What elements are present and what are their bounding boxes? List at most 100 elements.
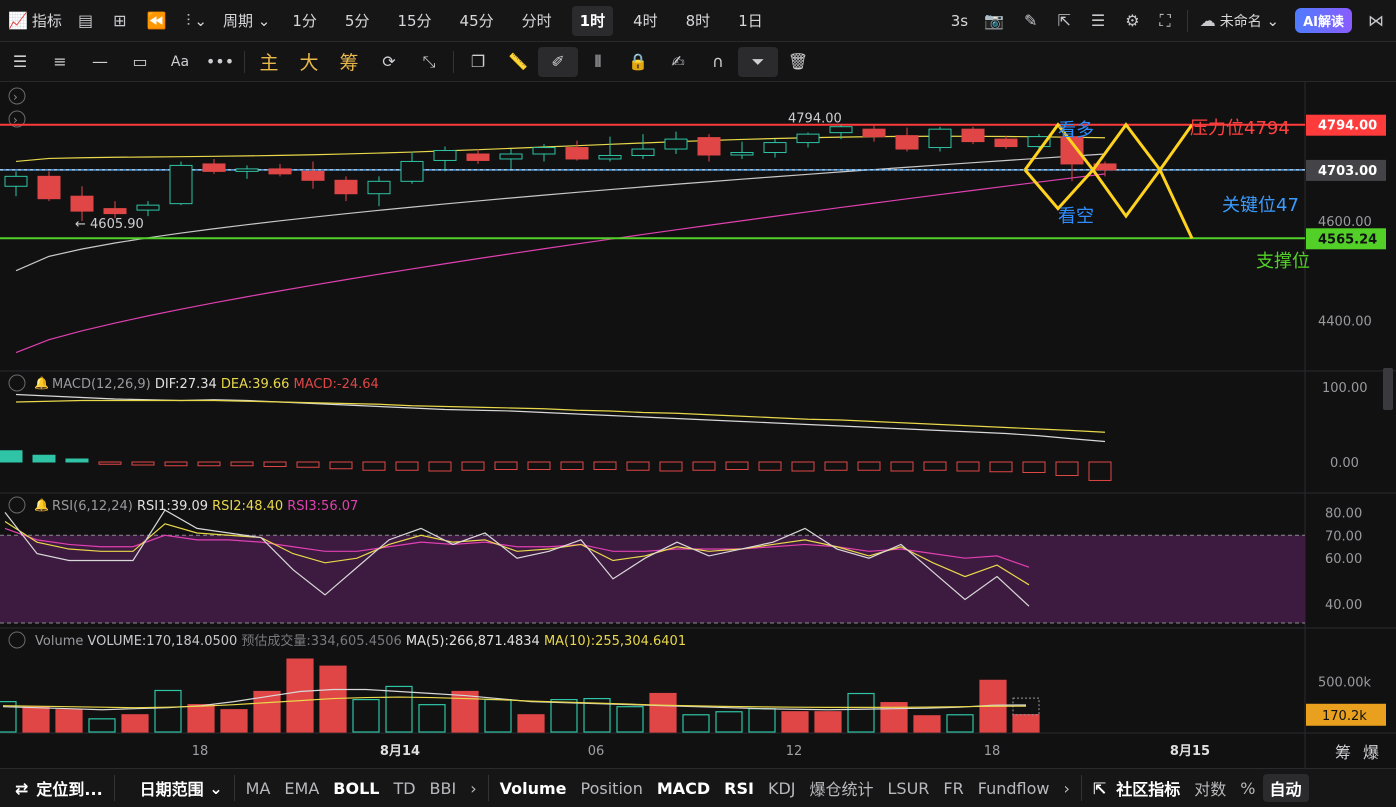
chart-canvas[interactable]: ›› 4794.00← 4605.90看多看空压力位4794关键位47支撑位460… xyxy=(0,82,1396,768)
hamburger-button[interactable]: ☰ xyxy=(0,47,40,77)
export-icon: ⇱ xyxy=(1057,11,1071,30)
interval-8[interactable]: 1日 xyxy=(730,6,771,36)
grid-button[interactable]: ⊞ xyxy=(105,6,138,36)
sub-indicator-2[interactable]: MACD xyxy=(650,776,717,800)
sub-indicator-6[interactable]: LSUR xyxy=(881,776,937,800)
interval-0[interactable]: 1分 xyxy=(284,6,325,36)
volume-bar xyxy=(715,711,743,733)
interval-7[interactable]: 8时 xyxy=(678,6,719,36)
main-indicator-boll[interactable]: BOLL xyxy=(326,779,386,798)
macd-bar xyxy=(395,461,419,471)
auto-scale-button[interactable]: 自动 xyxy=(1262,774,1309,802)
bell-icon: 🔔 xyxy=(34,498,49,512)
main-indicator-td[interactable]: TD xyxy=(386,779,422,798)
interval-4[interactable]: 分时 xyxy=(514,6,560,36)
interval-6[interactable]: 4时 xyxy=(625,6,666,36)
workspace-menu[interactable]: ☁ 未命名 ⌄ xyxy=(1192,6,1287,36)
copy-button[interactable]: ❐ xyxy=(458,47,498,77)
sub-indicator-3[interactable]: RSI xyxy=(717,776,761,800)
sub-indicator-0[interactable]: Volume xyxy=(493,776,574,800)
sub-indicator-5[interactable]: 爆仓统计 xyxy=(802,776,880,800)
lock-button[interactable]: 🔒 xyxy=(618,47,658,77)
dea-line xyxy=(15,399,1106,433)
ruler-button[interactable]: 📏 xyxy=(498,47,538,77)
ai-button[interactable]: AI解读 xyxy=(1287,6,1360,36)
candle-body xyxy=(631,148,655,156)
sync-button[interactable]: ⟳ xyxy=(369,47,409,77)
volume-bar xyxy=(682,714,710,733)
locate-button[interactable]: ⇄ 定位到... xyxy=(0,776,110,800)
price-tag: 4565.24 xyxy=(1318,232,1377,247)
volume-bar xyxy=(847,692,875,733)
macd-bar xyxy=(494,461,518,470)
lines-button[interactable]: ≡ xyxy=(40,47,80,77)
volume-bar xyxy=(517,714,545,733)
bull-zigzag-line xyxy=(1023,122,1194,173)
settings-button[interactable]: ⚙ xyxy=(1117,6,1151,36)
period-menu[interactable]: 周期 ⌄ xyxy=(215,6,278,36)
macd-bar xyxy=(32,454,56,463)
candle-type-button[interactable]: ⫶ ⌄ xyxy=(178,6,215,36)
text-button[interactable]: Aa xyxy=(160,47,200,77)
interval-1[interactable]: 5分 xyxy=(337,6,378,36)
rsi-tick: 60.00 xyxy=(1325,552,1362,567)
interval-3[interactable]: 45分 xyxy=(452,6,502,36)
main-indicator-more[interactable]: › xyxy=(463,779,483,798)
trend-tool-button[interactable]: ⤡ xyxy=(409,47,449,77)
ruler-icon: 📏 xyxy=(508,52,528,71)
sub-indicator-8[interactable]: Fundflow xyxy=(971,776,1057,800)
refresh-rate[interactable]: 3s xyxy=(943,6,976,36)
text-icon: Aa xyxy=(170,53,190,70)
share-image-button[interactable]: ⇱ xyxy=(1049,6,1082,36)
horizontal-line-button[interactable]: — xyxy=(80,47,120,77)
more-button[interactable]: ••• xyxy=(200,47,240,77)
rewind-button[interactable]: ⏪ xyxy=(138,6,178,36)
chip-button[interactable]: 筹 xyxy=(329,47,369,77)
compare-button[interactable]: ⫴ xyxy=(578,47,618,77)
filter-button[interactable]: ⏷ xyxy=(738,46,778,77)
price-tick: 4600.00 xyxy=(1318,215,1372,230)
bottom-bar: ⇄ 定位到... 日期范围 ⌄ MA EMA BOLL TD BBI › Volume Po… xyxy=(0,768,1396,807)
macd-bar xyxy=(956,461,980,472)
main-indicator-bbi[interactable]: BBI xyxy=(423,779,464,798)
magnet-button[interactable]: ∩ xyxy=(698,47,738,77)
settings-list-button[interactable]: ☰ xyxy=(1083,6,1117,36)
indicator-menu[interactable]: 📈 指标 xyxy=(0,6,70,36)
main-indicator-ema[interactable]: EMA xyxy=(277,779,326,798)
sub-indicator-more[interactable]: › xyxy=(1056,779,1076,798)
gear-icon: ⚙ xyxy=(1125,11,1140,30)
draw-button[interactable]: ✎ xyxy=(1016,6,1049,36)
rectangle-button[interactable]: ▭ xyxy=(120,47,160,77)
fullscreen-button[interactable]: ⛶ xyxy=(1152,6,1183,36)
log-scale-button[interactable]: 对数 xyxy=(1187,776,1233,800)
interval-5[interactable]: 1时 xyxy=(571,5,614,36)
delete-button[interactable]: 🗑 xyxy=(778,47,818,77)
date-range-button[interactable]: 日期范围 ⌄ xyxy=(119,776,230,800)
community-indicators-button[interactable]: ⇱ 社区指标 xyxy=(1086,776,1187,800)
candle-body xyxy=(4,175,28,187)
rsi-legend: RSI(6,12,24) RSI1:39.09 RSI2:48.40 RSI3:… xyxy=(52,499,358,514)
rsi-band xyxy=(0,535,1305,623)
rectangle-icon: ▭ xyxy=(132,52,148,71)
big-order-button[interactable]: 大 xyxy=(289,47,329,77)
chevron-right-icon: › xyxy=(470,778,477,798)
sub-indicator-7[interactable]: FR xyxy=(936,776,970,800)
macd-bar xyxy=(1055,461,1079,476)
layout-button[interactable]: ▤ xyxy=(70,6,105,36)
macd-bar xyxy=(791,461,815,472)
x-tick: 8月15 xyxy=(1170,744,1210,759)
percent-scale-button[interactable]: % xyxy=(1233,779,1262,798)
dif-line xyxy=(15,393,1106,443)
share-button[interactable]: ⋈ xyxy=(1360,6,1396,36)
volume-bar xyxy=(748,708,776,733)
sub-indicator-4[interactable]: KDJ xyxy=(761,776,803,800)
locate-icon: ⇄ xyxy=(15,778,29,798)
main-indicator-ma[interactable]: MA xyxy=(239,779,278,798)
candle-body xyxy=(499,153,523,160)
edit-button[interactable]: ✍ xyxy=(658,47,698,77)
camera-button[interactable]: 📷 xyxy=(976,6,1016,36)
sub-indicator-1[interactable]: Position xyxy=(574,776,650,800)
brush-button[interactable]: ✐ xyxy=(538,46,578,77)
main-chart-button[interactable]: 主 xyxy=(249,47,289,77)
interval-2[interactable]: 15分 xyxy=(389,6,439,36)
